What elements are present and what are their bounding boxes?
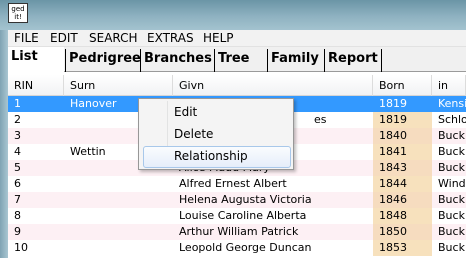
cell-rin: 7: [14, 193, 21, 206]
tab-pedrigree[interactable]: Pedrigree: [65, 49, 141, 72]
column-header-born[interactable]: Born: [373, 75, 432, 96]
tab-branches[interactable]: Branches: [140, 49, 214, 72]
cell-rin: 8: [14, 209, 21, 222]
table-row[interactable]: 10 Leopold George Duncan 1853 Buck: [8, 240, 466, 256]
window-frame-left: [0, 30, 8, 258]
cell-rin: 10: [14, 241, 28, 254]
table-row[interactable]: 7 Helena Augusta Victoria 1846 Buck: [8, 192, 466, 208]
cell-rin: 2: [14, 113, 21, 126]
cell-in: Buck: [438, 145, 465, 158]
cell-born: 1819: [373, 96, 432, 112]
cell-givn: Alfred Ernest Albert: [179, 177, 287, 190]
cell-givn: Louise Caroline Alberta: [179, 209, 307, 222]
context-menu-relationship[interactable]: Relationship: [143, 146, 291, 168]
cell-born: 1840: [373, 128, 432, 144]
column-header-surn[interactable]: Surn: [64, 75, 173, 96]
cell-born: 1853: [373, 240, 432, 256]
context-menu-delete[interactable]: Delete: [143, 124, 291, 146]
cell-born: 1841: [373, 144, 432, 160]
tab-bar: List Pedrigree Branches Tree Family Repo…: [8, 47, 466, 73]
cell-rin: 9: [14, 225, 21, 238]
cell-born: 1850: [373, 224, 432, 240]
cell-born: 1843: [373, 160, 432, 176]
cell-givn: Leopold George Duncan: [179, 241, 312, 254]
cell-surn: [64, 224, 173, 240]
cell-in: Buck: [438, 129, 465, 142]
tab-tree[interactable]: Tree: [214, 49, 267, 72]
cell-surn: [64, 240, 173, 256]
cell-born: 1846: [373, 192, 432, 208]
app-logo-icon[interactable]: ged it!: [8, 3, 28, 23]
tab-family[interactable]: Family: [267, 49, 324, 72]
cell-in: Wind: [438, 177, 466, 190]
menu-edit[interactable]: EDIT: [50, 31, 78, 45]
context-menu-edit[interactable]: Edit: [143, 102, 291, 124]
cell-surn: [64, 176, 173, 192]
cell-in: Buck: [438, 193, 465, 206]
cell-rin: 6: [14, 177, 21, 190]
menu-help[interactable]: HELP: [203, 31, 234, 45]
cell-in: Kensi: [438, 97, 466, 110]
cell-surn: [64, 192, 173, 208]
cell-in: Buck: [438, 225, 465, 238]
column-header-rin[interactable]: RIN: [8, 75, 64, 96]
tab-list[interactable]: List: [8, 47, 64, 73]
table-row[interactable]: 8 Louise Caroline Alberta 1848 Buck: [8, 208, 466, 224]
cell-in: Buck: [438, 161, 465, 174]
cell-givn: es: [314, 113, 327, 126]
cell-born: 1844: [373, 176, 432, 192]
cell-rin: 3: [14, 129, 21, 142]
cell-rin: 4: [14, 145, 21, 158]
cell-givn: Arthur William Patrick: [179, 225, 299, 238]
cell-in: Schlo: [438, 113, 466, 126]
context-menu: Edit Delete Relationship: [138, 98, 294, 170]
cell-rin: 1: [14, 97, 21, 110]
menu-extras[interactable]: EXTRAS: [147, 31, 194, 45]
menu-bar: FILE EDIT SEARCH EXTRAS HELP: [8, 30, 466, 47]
column-header-givn[interactable]: Givn: [173, 75, 373, 96]
table-header: RIN Surn Givn Born in: [8, 75, 466, 96]
title-bar: ged it!: [0, 0, 466, 30]
cell-born: 1848: [373, 208, 432, 224]
table-row[interactable]: 6 Alfred Ernest Albert 1844 Wind: [8, 176, 466, 192]
column-header-in[interactable]: in: [432, 75, 466, 96]
tab-report[interactable]: Report: [324, 49, 382, 72]
cell-in: Buck: [438, 241, 465, 254]
table-row[interactable]: 9 Arthur William Patrick 1850 Buck: [8, 224, 466, 240]
cell-givn: Helena Augusta Victoria: [179, 193, 312, 206]
cell-born: 1819: [373, 112, 432, 128]
menu-file[interactable]: FILE: [14, 31, 39, 45]
cell-rin: 5: [14, 161, 21, 174]
menu-search[interactable]: SEARCH: [89, 31, 138, 45]
cell-in: Buck: [438, 209, 465, 222]
cell-surn: [64, 208, 173, 224]
